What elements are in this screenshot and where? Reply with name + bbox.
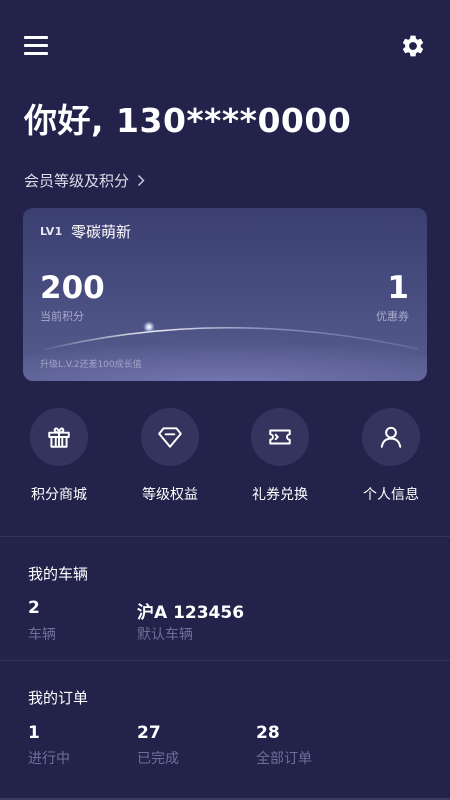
orders-all-value[interactable]: 28 <box>256 723 280 743</box>
vehicles-title[interactable]: 我的车辆 <box>28 563 88 584</box>
orders-in-progress-value[interactable]: 1 <box>28 723 40 743</box>
diamond-icon <box>141 408 199 466</box>
hamburger-menu-icon[interactable] <box>24 34 50 58</box>
vehicle-count-value[interactable]: 2 <box>28 598 40 618</box>
personal-info-label: 个人信息 <box>363 487 419 503</box>
orders-all-label: 全部订单 <box>256 751 312 767</box>
chevron-right-icon <box>137 174 145 187</box>
level-name: 零碳萌新 <box>71 223 132 241</box>
default-vehicle-value[interactable]: 沪A 123456 <box>137 598 244 623</box>
level-card[interactable]: LV1 零碳萌新 200 当前积分 1 优惠券 升级L.V.2还差100成长值 <box>23 208 427 381</box>
orders-in-progress-label: 进行中 <box>28 751 70 767</box>
orders-completed-label: 已完成 <box>137 751 179 767</box>
coupon-label: 优惠券 <box>376 310 409 323</box>
ticket-icon <box>251 408 309 466</box>
vehicle-count-label: 车辆 <box>28 627 56 643</box>
gear-icon[interactable] <box>400 33 426 59</box>
points-label: 当前积分 <box>40 310 84 323</box>
coupon-value[interactable]: 1 <box>387 270 409 306</box>
orders-title[interactable]: 我的订单 <box>28 687 88 708</box>
coupon-redeem-label: 礼券兑换 <box>252 487 308 503</box>
points-mall-button[interactable]: 积分商城 <box>9 408 109 504</box>
upgrade-note: 升级L.V.2还差100成长值 <box>40 360 142 370</box>
greeting-title: 你好, 130****0000 <box>24 101 352 140</box>
user-icon <box>362 408 420 466</box>
default-vehicle-label: 默认车辆 <box>137 627 193 643</box>
gift-icon <box>30 408 88 466</box>
level-badge: LV1 <box>40 225 63 238</box>
divider <box>0 536 450 537</box>
divider <box>0 660 450 661</box>
member-level-link-label: 会员等级及积分 <box>24 171 130 190</box>
quick-actions: 积分商城 等级权益 礼券兑换 个人信息 <box>0 408 450 508</box>
points-mall-label: 积分商城 <box>31 487 87 503</box>
coupon-redeem-button[interactable]: 礼券兑换 <box>230 408 330 504</box>
top-bar <box>0 0 450 92</box>
level-benefits-button[interactable]: 等级权益 <box>120 408 220 504</box>
orders-completed-value[interactable]: 27 <box>137 723 161 743</box>
personal-info-button[interactable]: 个人信息 <box>341 408 441 504</box>
points-value: 200 <box>40 270 105 306</box>
member-level-link[interactable]: 会员等级及积分 <box>24 169 145 191</box>
level-benefits-label: 等级权益 <box>142 487 198 503</box>
